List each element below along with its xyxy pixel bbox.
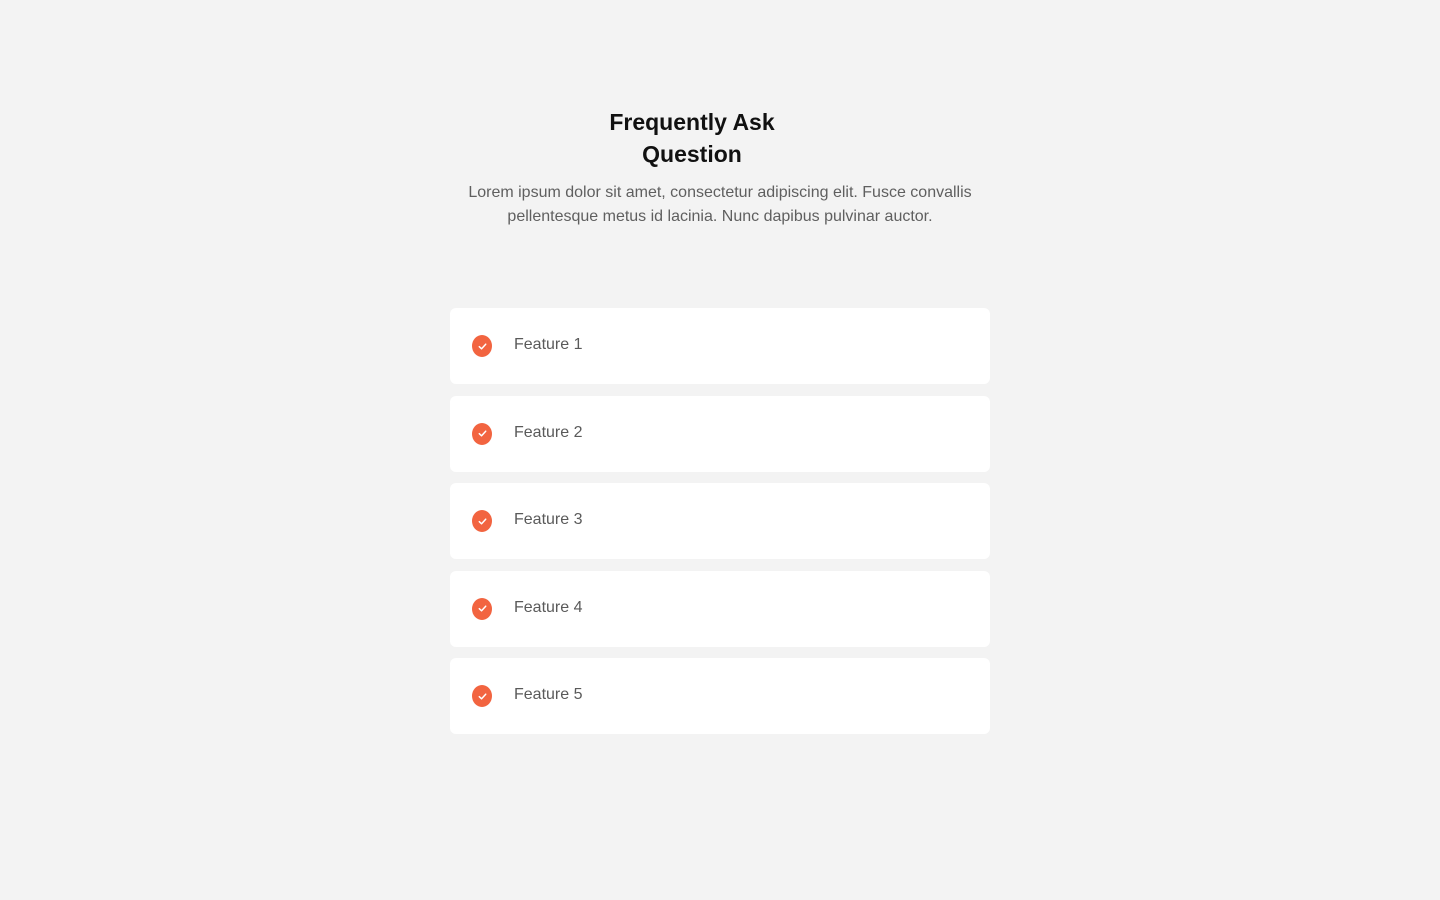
feature-list: Feature 1 Feature 2 Feature 3 Feature 4 …	[450, 308, 990, 746]
feature-item-4[interactable]: Feature 4	[450, 570, 990, 647]
check-circle-icon	[472, 597, 492, 620]
page-title: Frequently Ask Question	[592, 106, 792, 170]
feature-item-3[interactable]: Feature 3	[450, 483, 990, 559]
page-description: Lorem ipsum dolor sit amet, consectetur …	[450, 181, 990, 229]
check-circle-icon	[472, 335, 492, 357]
check-circle-icon	[472, 685, 492, 707]
page-description-line-1: Lorem ipsum dolor sit amet, consectetur …	[468, 184, 972, 201]
page-description-line-2: pellentesque metus id lacinia. Nunc dapi…	[507, 208, 933, 225]
feature-label: Feature 3	[514, 511, 583, 528]
page-title-line-1: Frequently Ask	[609, 109, 775, 135]
feature-item-2[interactable]: Feature 2	[450, 395, 990, 472]
feature-label: Feature 4	[514, 598, 583, 616]
page-title-line-2: Question	[642, 141, 742, 167]
feature-label: Feature 2	[514, 423, 583, 441]
feature-item-1[interactable]: Feature 1	[450, 308, 990, 384]
check-circle-icon	[472, 422, 492, 445]
feature-label: Feature 5	[514, 686, 583, 703]
feature-label: Feature 1	[514, 336, 583, 353]
check-circle-icon	[472, 510, 492, 532]
feature-item-5[interactable]: Feature 5	[450, 658, 990, 734]
faq-header: Frequently Ask Question Lorem ipsum dolo…	[450, 106, 990, 229]
faq-page: Frequently Ask Question Lorem ipsum dolo…	[0, 0, 1440, 900]
